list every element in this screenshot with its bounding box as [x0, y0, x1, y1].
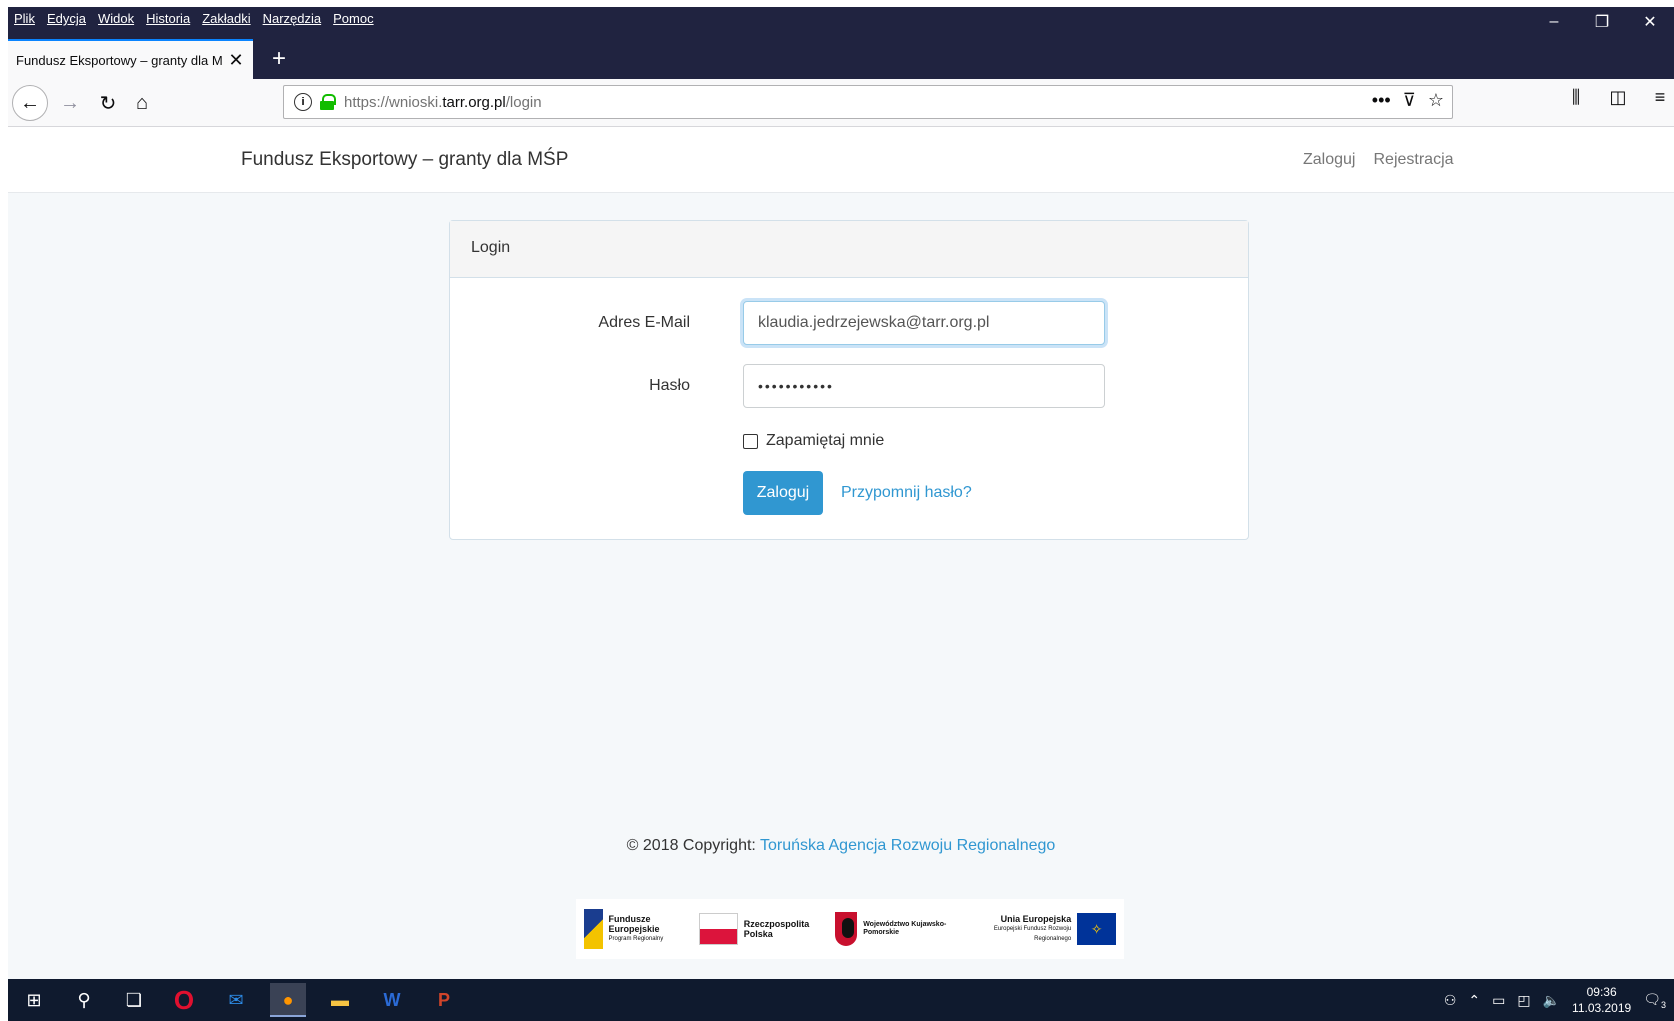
url-actions: ••• ⊽ ☆: [1372, 90, 1444, 111]
menu-widok[interactable]: Widok: [98, 11, 134, 26]
logo-fundusze-europejskie: Fundusze Europejskie Program Regionalny: [584, 909, 689, 949]
logo-wojewodztwo: Województwo Kujawsko-Pomorskie: [835, 909, 963, 949]
tab-active[interactable]: Fundusz Eksportowy – granty dla M ✕: [8, 39, 253, 79]
task-view-icon[interactable]: ❏: [116, 983, 152, 1017]
org-link[interactable]: Toruńska Agencja Rozwoju Regionalnego: [760, 837, 1055, 854]
back-arrow-icon[interactable]: ←: [12, 85, 48, 121]
notifications-count: 3: [1660, 999, 1666, 1010]
page-content: Fundusz Eksportowy – granty dla MŚP Zalo…: [8, 127, 1674, 979]
eu-title: Unia Europejska: [1000, 914, 1072, 924]
menu-pomoc[interactable]: Pomoc: [333, 11, 373, 26]
menu-historia[interactable]: Historia: [146, 11, 190, 26]
site-brand[interactable]: Fundusz Eksportowy – granty dla MŚP: [241, 149, 568, 171]
fe-mark-icon: [584, 909, 603, 949]
window-controls: – ❐ ✕: [1530, 7, 1674, 37]
remember-me[interactable]: Zapamiętaj mnie: [743, 432, 884, 450]
windows-taskbar: ⊞ ⚲ ❏ O ✉ ● ▬ W P ⚇ ⌃ ▭ ◰ 🔈 09:36 11.03.…: [8, 979, 1674, 1021]
login-card-header: Login: [450, 221, 1248, 278]
network-icon[interactable]: ◰: [1517, 992, 1530, 1009]
tab-title: Fundusz Eksportowy – granty dla M: [16, 52, 223, 68]
tab-bar: Fundusz Eksportowy – granty dla M ✕ +: [8, 39, 1674, 79]
poland-flag-icon: [698, 913, 738, 945]
notifications-icon[interactable]: 🗨3: [1643, 991, 1666, 1010]
outlook-icon[interactable]: ✉: [218, 983, 254, 1017]
url-domain: tarr.org.pl: [442, 93, 506, 111]
password-label: Hasło: [649, 377, 690, 394]
login-card: Login Adres E-Mail klaudia.jedrzejewska@…: [449, 220, 1249, 540]
fe-title: Fundusze Europejskie: [608, 914, 660, 934]
email-input[interactable]: klaudia.jedrzejewska@tarr.org.pl: [743, 301, 1105, 345]
copyright-text: © 2018 Copyright:: [626, 837, 761, 854]
firefox-icon[interactable]: ●: [270, 983, 306, 1017]
volume-icon[interactable]: 🔈: [1543, 992, 1560, 1009]
funding-logos: Fundusze Europejskie Program Regionalny …: [576, 899, 1124, 959]
footer-copyright: © 2018 Copyright: Toruńska Agencja Rozwo…: [8, 837, 1674, 855]
menu-list: Plik Edycja Widok Historia Zakładki Narz…: [14, 11, 374, 26]
nav-login-link[interactable]: Zaloguj: [1303, 151, 1355, 169]
eu-subtitle: Europejski Fundusz Rozwoju Regionalnego: [993, 926, 1072, 942]
email-label: Adres E-Mail: [598, 314, 690, 331]
woj-text: Województwo Kujawsko-Pomorskie: [863, 921, 947, 936]
bookmark-star-icon[interactable]: ☆: [1428, 90, 1444, 111]
menu-zakladki[interactable]: Zakładki: [202, 11, 250, 26]
tab-close-icon[interactable]: ✕: [225, 49, 247, 71]
opera-icon[interactable]: O: [166, 983, 202, 1017]
url-bar[interactable]: i https://wnioski.tarr.org.pl/login ••• …: [283, 85, 1453, 119]
people-icon[interactable]: ⚇: [1444, 992, 1457, 1009]
eu-flag-icon: ✧: [1077, 913, 1116, 945]
menu-plik[interactable]: Plik: [14, 11, 35, 26]
url-path: /login: [505, 93, 542, 111]
info-icon[interactable]: i: [294, 93, 312, 111]
menu-narzedzia[interactable]: Narzędzia: [263, 11, 322, 26]
home-icon[interactable]: ⌂: [126, 87, 158, 119]
login-button[interactable]: Zaloguj: [743, 471, 823, 515]
forgot-password-link[interactable]: Przypomnij hasło?: [841, 484, 972, 502]
toolbar-right: ⫼ ◫ ≡: [1562, 87, 1674, 108]
page-actions-icon[interactable]: •••: [1372, 90, 1391, 111]
url-text: https://wnioski.tarr.org.pl/login: [344, 94, 542, 111]
pocket-icon[interactable]: ⊽: [1403, 90, 1416, 111]
new-tab-icon[interactable]: +: [263, 43, 295, 75]
password-input[interactable]: •••••••••••: [743, 364, 1105, 408]
fe-logo-text: Fundusze Europejskie Program Regionalny: [609, 914, 689, 944]
restore-icon[interactable]: ❐: [1578, 7, 1626, 37]
clock-time: 09:36: [1586, 985, 1617, 999]
site-navbar: Fundusz Eksportowy – granty dla MŚP Zalo…: [8, 127, 1674, 193]
hamburger-menu-icon[interactable]: ≡: [1646, 87, 1674, 108]
battery-icon[interactable]: ▭: [1492, 992, 1505, 1009]
fe-subtitle: Program Regionalny: [608, 936, 664, 942]
clock[interactable]: 09:36 11.03.2019: [1572, 984, 1631, 1016]
browser-menubar: Plik Edycja Widok Historia Zakładki Narz…: [8, 7, 1674, 39]
navigation-toolbar: ← → ↻ ⌂ i https://wnioski.tarr.org.pl/lo…: [8, 79, 1674, 127]
search-icon[interactable]: ⚲: [66, 983, 102, 1017]
eu-logo-text: Unia Europejska Europejski Fundusz Rozwo…: [973, 914, 1071, 944]
nav-register-link[interactable]: Rejestracja: [1373, 151, 1453, 169]
remember-label: Zapamiętaj mnie: [766, 432, 885, 449]
word-icon[interactable]: W: [374, 983, 410, 1017]
lock-icon: [320, 94, 336, 110]
system-tray: ⚇ ⌃ ▭ ◰ 🔈 09:36 11.03.2019 🗨3: [1444, 979, 1674, 1021]
sidebar-icon[interactable]: ◫: [1604, 87, 1632, 108]
pl-text: Rzeczpospolita Polska: [743, 919, 810, 939]
logo-unia-europejska: Unia Europejska Europejski Fundusz Rozwo…: [973, 909, 1116, 949]
minimize-icon[interactable]: –: [1530, 7, 1578, 37]
windows-start-icon[interactable]: ⊞: [16, 983, 52, 1017]
menu-edycja[interactable]: Edycja: [47, 11, 86, 26]
url-prefix: https://wnioski.: [344, 93, 443, 111]
remember-checkbox[interactable]: [743, 433, 758, 449]
close-window-icon[interactable]: ✕: [1626, 7, 1674, 37]
clock-date: 11.03.2019: [1572, 1001, 1632, 1015]
forward-arrow-icon[interactable]: →: [54, 87, 86, 119]
powerpoint-icon[interactable]: P: [426, 983, 462, 1017]
library-icon[interactable]: ⫼: [1562, 87, 1590, 108]
crest-icon: [835, 912, 858, 946]
reload-icon[interactable]: ↻: [92, 87, 124, 119]
file-explorer-icon[interactable]: ▬: [322, 983, 358, 1017]
show-hidden-icons[interactable]: ⌃: [1468, 992, 1480, 1009]
logo-rzeczpospolita: Rzeczpospolita Polska: [698, 909, 825, 949]
site-nav-links: Zaloguj Rejestracja: [1303, 151, 1454, 169]
